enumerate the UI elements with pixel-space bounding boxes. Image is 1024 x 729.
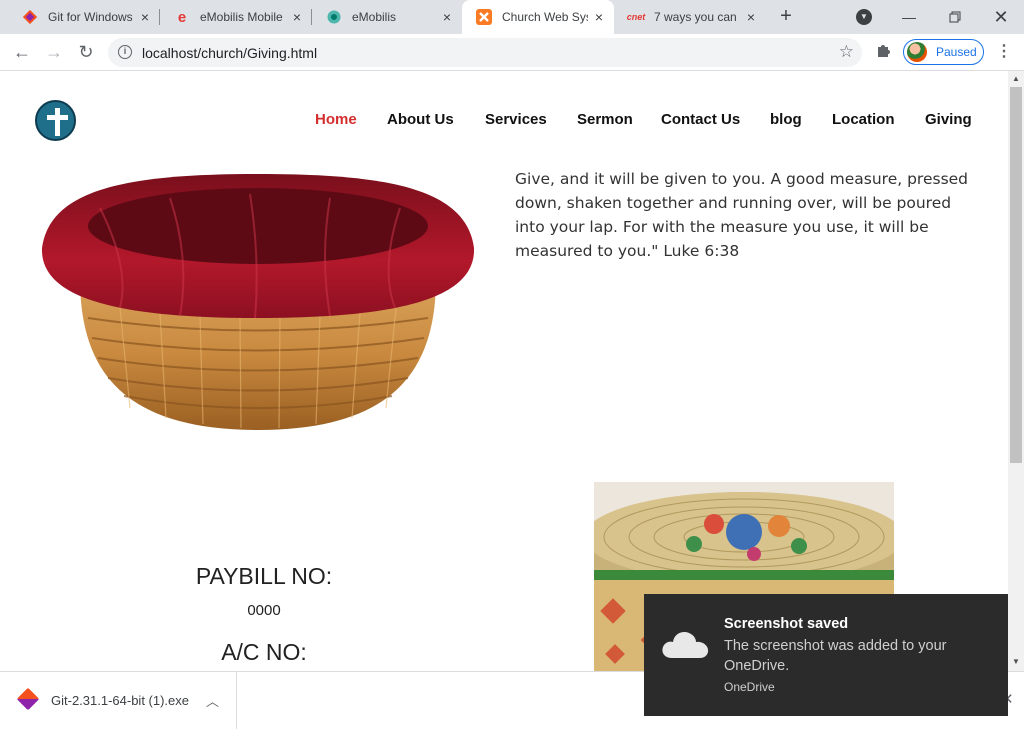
scroll-up-arrow-icon[interactable]: ▲ — [1012, 75, 1020, 83]
scroll-down-arrow-icon[interactable]: ▼ — [1012, 658, 1020, 666]
cnet-icon: cnet — [626, 12, 646, 22]
tab-title: Church Web Sys — [502, 10, 588, 24]
xampp-icon — [476, 9, 492, 25]
profile-status-label: Paused — [936, 45, 977, 59]
restore-icon[interactable] — [932, 0, 978, 34]
git-file-icon — [16, 687, 40, 711]
nav-blog[interactable]: blog — [770, 111, 802, 128]
browser-toolbar: ← → ↻ i localhost/church/Giving.html ☆ — [0, 34, 1024, 71]
cross-icon — [55, 108, 60, 136]
toast-body: The screenshot was added to your OneDriv… — [724, 638, 947, 674]
nav-sermon[interactable]: Sermon — [577, 111, 633, 128]
emobilis-globe-icon — [326, 9, 342, 25]
browser-tab-strip: Git for Windows × e eMobilis Mobile × eM… — [0, 0, 1024, 34]
onedrive-cloud-icon — [662, 632, 709, 658]
new-tab-plus-icon[interactable]: + — [775, 6, 797, 28]
site-info-icon[interactable]: i — [118, 45, 132, 59]
nav-about-us[interactable]: About Us — [387, 111, 454, 128]
download-item[interactable]: Git-2.31.1-64-bit (1).exe ︿ — [0, 672, 237, 729]
bookmark-star-icon[interactable]: ☆ — [839, 42, 854, 62]
chevron-up-icon[interactable]: ︿ — [206, 691, 219, 710]
minimize-icon[interactable]: — — [886, 0, 932, 34]
git-diamond-icon — [22, 9, 38, 25]
close-icon[interactable]: × — [592, 10, 606, 24]
onedrive-notification[interactable]: Screenshot saved The screenshot was adde… — [644, 594, 1008, 716]
offering-basket-image — [41, 174, 475, 430]
emobilis-e-icon: e — [177, 8, 187, 26]
tab-git-for-windows[interactable]: Git for Windows × — [8, 0, 160, 34]
nav-giving[interactable]: Giving — [925, 111, 972, 128]
nav-contact-us[interactable]: Contact Us — [661, 111, 740, 128]
close-icon[interactable]: × — [290, 10, 304, 24]
paybill-label: PAYBILL NO: — [195, 563, 333, 589]
toast-source: OneDrive — [724, 680, 775, 694]
close-icon[interactable]: × — [744, 10, 758, 24]
tab-emobilis[interactable]: eMobilis × — [312, 0, 462, 34]
address-bar[interactable]: i localhost/church/Giving.html ☆ — [108, 38, 862, 67]
avatar — [907, 42, 927, 62]
scrollbar-thumb[interactable] — [1010, 87, 1022, 463]
address-bar-url[interactable]: localhost/church/Giving.html — [142, 45, 317, 61]
browser-menu-icon[interactable]: ⋮ — [996, 42, 1012, 62]
tab-title: 7 ways you can t — [654, 10, 736, 24]
scripture-verse: Give, and it will be given to you. A goo… — [515, 170, 969, 260]
tab-cnet[interactable]: cnet 7 ways you can t × — [614, 0, 766, 34]
close-icon[interactable]: × — [138, 10, 152, 24]
cross-bar — [47, 115, 68, 120]
profile-button[interactable]: Paused — [903, 39, 984, 65]
nav-home[interactable]: Home — [315, 111, 357, 128]
extensions-puzzle-icon[interactable] — [874, 42, 894, 62]
tab-search-chevron-icon[interactable]: ▼ — [856, 9, 872, 25]
paybill-number: 0000 — [247, 602, 281, 619]
tab-title: eMobilis Mobile — [200, 10, 283, 24]
tab-church-web-sys[interactable]: Church Web Sys × — [462, 0, 614, 34]
nav-services[interactable]: Services — [485, 111, 547, 128]
toast-title: Screenshot saved — [724, 616, 849, 632]
forward-arrow-icon[interactable]: → — [42, 41, 66, 65]
close-icon[interactable]: × — [440, 10, 454, 24]
page-scrollbar[interactable]: ▲ ▼ — [1008, 71, 1024, 671]
page-viewport: Home About Us Services Sermon Contact Us… — [0, 71, 1008, 671]
reload-icon[interactable]: ↻ — [74, 41, 98, 65]
tab-emobilis-mobile[interactable]: e eMobilis Mobile × — [160, 0, 312, 34]
church-logo[interactable] — [35, 100, 76, 141]
window-close-icon[interactable]: ✕ — [978, 0, 1024, 34]
account-number-label: A/C NO: — [221, 639, 307, 665]
back-arrow-icon[interactable]: ← — [10, 41, 34, 65]
download-file-name: Git-2.31.1-64-bit (1).exe — [51, 693, 190, 708]
nav-location[interactable]: Location — [832, 111, 895, 128]
